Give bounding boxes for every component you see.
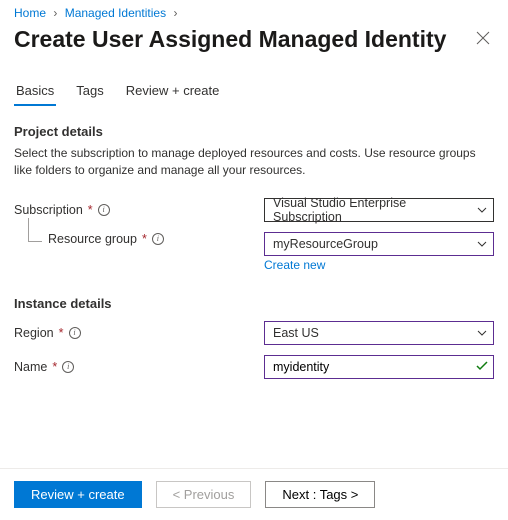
region-select[interactable]: East US [264,321,494,345]
resource-group-select[interactable]: myResourceGroup [264,232,494,256]
subscription-value: Visual Studio Enterprise Subscription [273,196,469,224]
required-indicator: * [59,326,64,340]
info-icon[interactable]: i [62,361,74,373]
create-new-resource-group-link[interactable]: Create new [264,258,325,272]
name-field[interactable] [264,355,494,379]
breadcrumb: Home › Managed Identities › [0,0,508,22]
name-label: Name [14,360,47,374]
region-value: East US [273,326,319,340]
footer: Review + create < Previous Next : Tags > [0,468,508,520]
next-button[interactable]: Next : Tags > [265,481,375,508]
tree-connector [28,218,42,242]
breadcrumb-home[interactable]: Home [14,6,46,20]
chevron-down-icon [477,207,487,213]
info-icon[interactable]: i [98,204,110,216]
resource-group-value: myResourceGroup [273,237,378,251]
region-label: Region [14,326,54,340]
required-indicator: * [52,360,57,374]
chevron-down-icon [477,330,487,336]
checkmark-icon [476,358,488,376]
required-indicator: * [142,232,147,246]
required-indicator: * [88,203,93,217]
info-icon[interactable]: i [69,327,81,339]
instance-details-heading: Instance details [14,296,494,311]
info-icon[interactable]: i [152,233,164,245]
project-details-description: Select the subscription to manage deploy… [14,145,494,180]
subscription-select[interactable]: Visual Studio Enterprise Subscription [264,198,494,222]
review-create-button[interactable]: Review + create [14,481,142,508]
previous-button: < Previous [156,481,252,508]
subscription-label: Subscription [14,203,83,217]
breadcrumb-managed-identities[interactable]: Managed Identities [65,6,166,20]
project-details-heading: Project details [14,124,494,139]
close-icon[interactable] [472,27,494,52]
tab-review-create[interactable]: Review + create [124,79,222,106]
chevron-right-icon: › [169,6,181,20]
chevron-right-icon: › [49,6,61,20]
tab-basics[interactable]: Basics [14,79,56,106]
tabs: Basics Tags Review + create [0,79,508,106]
page-title: Create User Assigned Managed Identity [14,26,446,53]
tab-tags[interactable]: Tags [74,79,105,106]
resource-group-label: Resource group [48,232,137,246]
chevron-down-icon [477,241,487,247]
